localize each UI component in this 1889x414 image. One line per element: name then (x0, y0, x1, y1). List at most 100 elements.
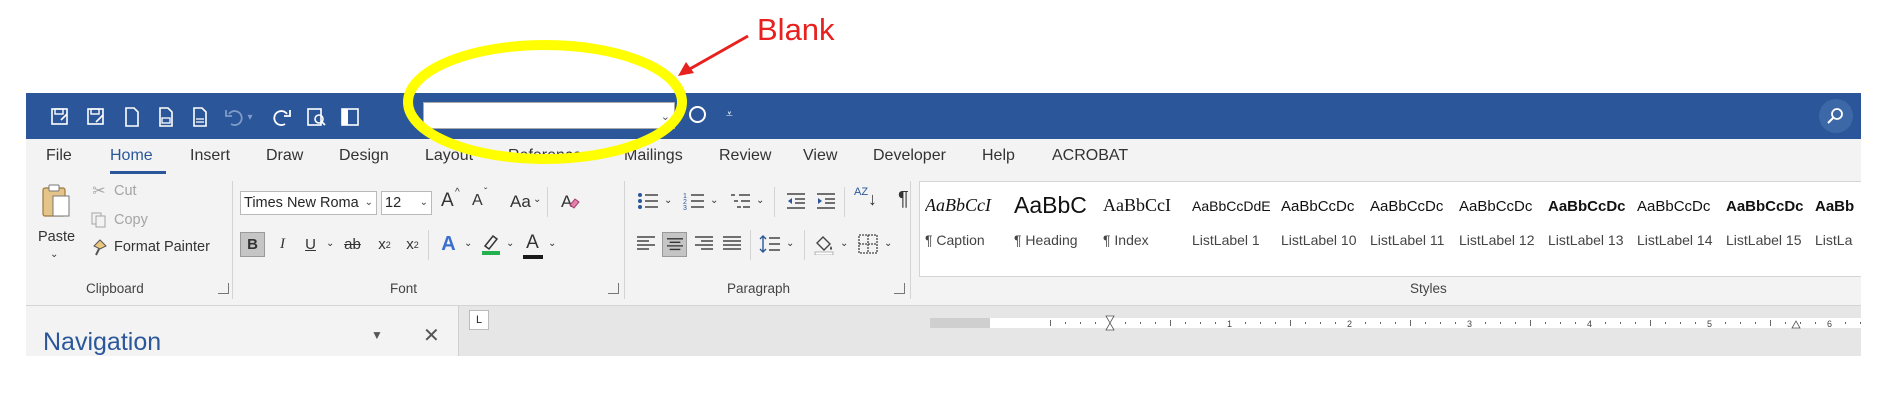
clipboard-launcher-icon[interactable] (218, 283, 229, 294)
bullets-icon[interactable] (636, 189, 660, 213)
style-listlabel-15[interactable]: AaBbCcDc ListLabel 15 (1721, 182, 1810, 276)
style-preview: AaBbC (1014, 192, 1087, 218)
show-formatting-button[interactable]: ¶ (898, 188, 909, 211)
style-index[interactable]: AaBbCcI ¶ Index (1098, 182, 1187, 276)
cut-button[interactable]: Cut (114, 183, 137, 199)
style-listlabel-10[interactable]: AaBbCcDc ListLabel 10 (1276, 182, 1365, 276)
close-icon[interactable]: ✕ (423, 323, 440, 348)
paste-label[interactable]: Paste (38, 229, 75, 245)
tab-developer[interactable]: Developer (873, 147, 946, 165)
style-preview: AaBbCcDc (1459, 198, 1533, 215)
tab-draw[interactable]: Draw (266, 147, 303, 165)
copy-button[interactable]: Copy (114, 212, 148, 228)
borders-icon[interactable] (856, 232, 880, 256)
search-button[interactable] (1819, 99, 1853, 133)
style-listlabel-1[interactable]: AaBbCcDdE ListLabel 1 (1187, 182, 1276, 276)
style-preview: AaBbCcDc (1637, 198, 1711, 215)
sort-button[interactable]: AZ (854, 187, 868, 198)
style-listlabel-13[interactable]: AaBbCcDc ListLabel 13 (1543, 182, 1632, 276)
chevron-down-icon[interactable]: ⌄ (464, 238, 472, 249)
format-painter-button[interactable]: Format Painter (114, 239, 210, 255)
font-launcher-icon[interactable] (608, 283, 619, 294)
decrease-indent-icon[interactable] (784, 189, 808, 213)
align-left-icon[interactable] (634, 232, 658, 256)
style-listlabel-partial[interactable]: AaBb ListLa (1810, 182, 1861, 276)
redo-icon[interactable] (270, 105, 294, 129)
save-icon[interactable] (84, 105, 108, 129)
tab-design[interactable]: Design (339, 147, 389, 165)
font-name-combo[interactable]: Times New Roma ⌄ (240, 191, 377, 215)
bold-button[interactable]: B (240, 232, 265, 257)
chevron-down-icon[interactable]: ⌄ (710, 195, 718, 206)
chevron-down-icon[interactable]: ⌄ (506, 238, 514, 249)
font-size-combo[interactable]: 12 ⌄ (381, 191, 432, 215)
chevron-down-icon[interactable]: ⌄ (840, 238, 848, 249)
underline-button[interactable]: U (298, 232, 323, 257)
grow-font-button[interactable]: A (441, 190, 454, 212)
clear-formatting-icon[interactable]: A (558, 189, 582, 213)
chevron-down-icon[interactable]: ⌄ (664, 195, 672, 206)
justify-icon[interactable] (720, 232, 744, 256)
style-caption[interactable]: AaBbCcI ¶ Caption (920, 182, 1009, 276)
chevron-down-icon: ⌄ (533, 194, 542, 205)
paragraph-launcher-icon[interactable] (894, 283, 905, 294)
font-name-value: Times New Roma (244, 195, 359, 211)
new-document-icon[interactable] (120, 105, 144, 129)
strikethrough-button[interactable]: ab (340, 232, 365, 257)
chevron-down-icon[interactable]: ⌄ (548, 238, 556, 249)
style-heading[interactable]: AaBbC ¶ Heading (1009, 182, 1098, 276)
group-separator (910, 181, 911, 299)
shrink-font-button[interactable]: A (472, 192, 483, 210)
undo-dropdown-icon[interactable]: ▾ (244, 105, 256, 129)
align-right-icon[interactable] (692, 232, 716, 256)
paste-icon[interactable] (38, 181, 74, 221)
paste-dropdown-icon[interactable]: ⌄ (50, 249, 58, 260)
group-separator (844, 187, 845, 217)
circle-icon[interactable] (689, 106, 706, 123)
tab-file[interactable]: File (46, 147, 72, 165)
chevron-down-icon[interactable]: ⌄ (786, 238, 794, 249)
tab-review[interactable]: Review (719, 147, 771, 165)
ruler-tick (1530, 320, 1531, 326)
tab-acrobat[interactable]: ACROBAT (1052, 147, 1128, 165)
align-center-button[interactable] (662, 232, 687, 257)
active-tab-indicator (110, 171, 166, 174)
chevron-down-icon[interactable]: ⌄ (884, 238, 892, 249)
tab-view[interactable]: View (803, 147, 837, 165)
chevron-down-icon[interactable]: ⌄ (756, 195, 764, 206)
print-icon[interactable] (188, 105, 212, 129)
chevron-down-icon[interactable]: ⌄ (326, 238, 334, 249)
ruler-tick (1080, 322, 1081, 324)
tab-insert[interactable]: Insert (190, 147, 230, 165)
style-listlabel-11[interactable]: AaBbCcDc ListLabel 11 (1365, 182, 1454, 276)
style-listlabel-12[interactable]: AaBbCcDc ListLabel 12 (1454, 182, 1543, 276)
navigation-options-icon[interactable]: ▼ (371, 328, 383, 342)
tab-selector[interactable]: L (469, 310, 489, 330)
subscript-button[interactable]: x2 (372, 232, 397, 257)
text-effects-button[interactable]: A (436, 232, 461, 257)
ruler-tick (1095, 322, 1096, 324)
horizontal-ruler[interactable]: 1234567 (930, 315, 1861, 331)
save-as-icon[interactable] (48, 105, 72, 129)
cut-icon: ✂ (92, 183, 106, 200)
italic-button[interactable]: I (270, 232, 295, 257)
ruler-number: 3 (1467, 319, 1472, 329)
tab-home[interactable]: Home (110, 147, 153, 165)
window-layout-icon[interactable] (338, 105, 362, 129)
shading-icon[interactable] (812, 232, 836, 256)
numbering-icon[interactable]: 123 (682, 189, 706, 213)
style-listlabel-14[interactable]: AaBbCcDc ListLabel 14 (1632, 182, 1721, 276)
tab-help[interactable]: Help (982, 147, 1015, 165)
superscript-button[interactable]: x2 (400, 232, 425, 257)
ruler-tick (1155, 322, 1156, 324)
line-spacing-icon[interactable] (758, 232, 782, 256)
multilevel-list-icon[interactable] (728, 189, 752, 213)
customize-quick-access-icon[interactable]: ⩡ (726, 107, 733, 122)
highlight-icon[interactable] (478, 231, 504, 257)
print-preview-icon[interactable] (154, 105, 178, 129)
increase-indent-icon[interactable] (814, 189, 838, 213)
font-color-button[interactable]: A (520, 230, 545, 255)
undo-icon[interactable] (222, 105, 246, 129)
change-case-button[interactable]: Aa (510, 192, 531, 212)
read-mode-icon[interactable] (304, 105, 328, 129)
